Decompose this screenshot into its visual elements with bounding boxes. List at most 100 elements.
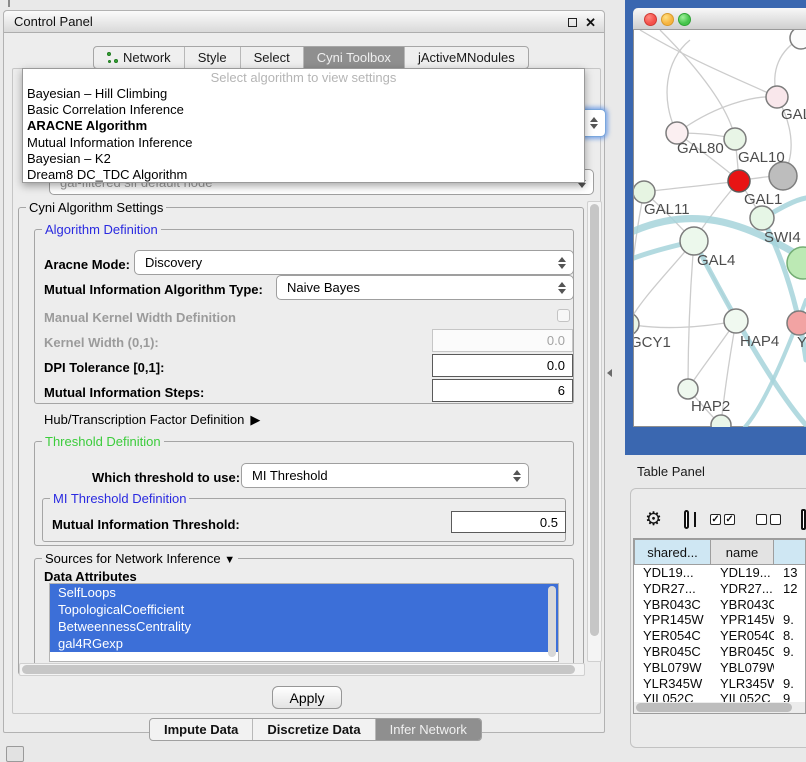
network-canvas[interactable]: GALGAL80GAL10GAL1GAL11SWI4GAL4GCY1HAP4YH… (634, 30, 806, 427)
attribute-item-selfloops[interactable]: SelfLoops (50, 584, 558, 601)
settings-vertical-scrollbar[interactable] (587, 201, 602, 662)
manual-kernel-width-checkbox[interactable] (557, 309, 570, 322)
tab-network[interactable]: Network (94, 47, 185, 68)
node-label-gal: GAL (781, 106, 806, 123)
node-label-gal11: GAL11 (644, 201, 690, 218)
minimize-window-icon[interactable] (661, 13, 674, 26)
show-columns-icon[interactable] (684, 510, 689, 529)
table-cell: YDL19... (711, 565, 774, 581)
attribute-item-topologicalcoefficient[interactable]: TopologicalCoefficient (50, 601, 558, 618)
splitter-collapse-icon[interactable] (607, 369, 612, 377)
settings-horizontal-scrollbar[interactable] (19, 663, 585, 676)
table-row[interactable]: YER054CYER054C8. (634, 628, 806, 644)
column-header-2[interactable] (774, 539, 806, 565)
deselect-all-columns-icon[interactable] (756, 514, 781, 525)
kernel-width-value: 0.0 (547, 333, 565, 348)
tab-jactivemnodules[interactable]: jActiveMNodules (405, 47, 528, 68)
mi-steps-value: 6 (558, 383, 565, 398)
bottom-tab-impute-data[interactable]: Impute Data (150, 719, 253, 740)
attribute-item-betweennesscentrality[interactable]: BetweennessCentrality (50, 618, 558, 635)
network-node[interactable] (711, 415, 731, 427)
table-row[interactable]: YPR145WYPR145W9. (634, 612, 806, 628)
tab-label: jActiveMNodules (418, 50, 515, 65)
algorithm-option-aracne-algorithm[interactable]: ARACNE Algorithm (23, 118, 584, 134)
mi-steps-field[interactable]: 6 (432, 379, 573, 402)
table-cell: YER054C (634, 628, 711, 644)
node-label-gal4: GAL4 (697, 252, 735, 269)
minimized-panel-icon[interactable] (6, 746, 24, 762)
network-node-gal10[interactable] (724, 128, 746, 150)
list-scrollbar[interactable] (548, 586, 556, 657)
select-all-columns-icon[interactable]: ✓✓ (710, 514, 735, 525)
table-row[interactable]: YBR043CYBR043C (634, 597, 806, 613)
gear-icon[interactable]: ⚙ (645, 510, 662, 529)
table-panel-title: Table Panel (637, 464, 705, 479)
bottom-tab-discretize-data[interactable]: Discretize Data (253, 719, 375, 740)
algorithm-option-bayesian-k2[interactable]: Bayesian – K2 (23, 151, 584, 167)
network-node-gcy1[interactable] (634, 313, 639, 335)
mi-algorithm-type-combo[interactable]: Naive Bayes (276, 275, 574, 300)
aracne-mode-combo[interactable]: Discovery (134, 250, 574, 275)
network-node-gal11[interactable] (634, 181, 655, 203)
algorithm-option-mutual-information-inference[interactable]: Mutual Information Inference (23, 135, 584, 151)
network-node[interactable] (769, 162, 797, 190)
table-row[interactable]: YDR27...YDR27...12 (634, 581, 806, 597)
table-row[interactable]: YBR045CYBR045C9. (634, 644, 806, 660)
table-row[interactable]: YDL19...YDL19...13 (634, 565, 806, 581)
algorithm-dropdown-list: Select algorithm to view settings Bayesi… (22, 68, 585, 183)
combo-arrows-icon (513, 470, 521, 482)
table-row[interactable]: YLR345WYLR345W9. (634, 676, 806, 692)
sources-toggle[interactable]: Sources for Network Inference ▼ (42, 551, 238, 566)
network-node[interactable] (790, 30, 806, 49)
tab-select[interactable]: Select (241, 47, 304, 68)
table-cell: 9. (774, 644, 806, 660)
table-cell: YBR043C (711, 597, 774, 613)
column-header-name[interactable]: name (711, 539, 774, 565)
control-panel-titlebar[interactable]: Control Panel ✕ (4, 11, 604, 33)
table-row[interactable]: YBL079WYBL079W (634, 660, 806, 676)
algorithm-option-dream8-dc-tdc-algorithm[interactable]: Dream8 DC_TDC Algorithm (23, 167, 584, 183)
close-panel-icon[interactable]: ✕ (585, 16, 596, 29)
dpi-tolerance-field[interactable]: 0.0 (432, 354, 573, 377)
bottom-tab-infer-network[interactable]: Infer Network (376, 719, 481, 740)
network-node-hap2[interactable] (678, 379, 698, 399)
expand-arrow-icon: ▶ (250, 412, 260, 428)
network-node-gal1[interactable] (728, 170, 750, 192)
network-node-hap4[interactable] (724, 309, 748, 333)
hub-section-toggle[interactable]: Hub/Transcription Factor Definition▶ (44, 412, 260, 428)
network-node[interactable] (766, 86, 788, 108)
tab-label: Network (123, 50, 171, 65)
network-window-titlebar[interactable] (633, 8, 806, 30)
close-window-icon[interactable] (644, 13, 657, 26)
table-cell: 9. (774, 612, 806, 628)
zoom-window-icon[interactable] (678, 13, 691, 26)
node-label-hap2: HAP2 (691, 398, 730, 415)
attribute-item-gal4rgexp[interactable]: gal4RGexp (50, 635, 558, 652)
node-label-gal80: GAL80 (677, 140, 724, 157)
tab-style[interactable]: Style (185, 47, 241, 68)
which-threshold-combo[interactable]: MI Threshold (241, 463, 529, 488)
apply-button[interactable]: Apply (272, 686, 342, 709)
network-icon (107, 52, 118, 63)
float-window-icon[interactable] (568, 18, 577, 27)
table-cell: YER054C (711, 628, 774, 644)
table-cell: YBR045C (634, 644, 711, 660)
mi-threshold-field[interactable]: 0.5 (451, 511, 566, 533)
network-node-swi4[interactable] (750, 206, 774, 230)
table-cell: YLR345W (634, 676, 711, 692)
kernel-width-label: Kernel Width (0,1): (44, 335, 159, 350)
mi-threshold-label: Mutual Information Threshold: (52, 517, 240, 532)
table-horizontal-scrollbar[interactable] (634, 702, 805, 713)
kernel-width-field[interactable]: 0.0 (432, 329, 573, 352)
network-node-gal4[interactable] (680, 227, 708, 255)
node-label-swi4: SWI4 (764, 229, 801, 246)
table-cell (774, 597, 806, 613)
table-cell: YDL19... (634, 565, 711, 581)
network-node-y[interactable] (787, 311, 806, 335)
tab-cyni-toolbox[interactable]: Cyni Toolbox (304, 47, 405, 68)
new-table-icon[interactable] (801, 509, 806, 530)
algorithm-option-bayesian-hill-climbing[interactable]: Bayesian – Hill Climbing (23, 86, 584, 102)
algorithm-option-basic-correlation-inference[interactable]: Basic Correlation Inference (23, 102, 584, 118)
column-header-shared-[interactable]: shared... (634, 539, 711, 565)
dpi-tolerance-label: DPI Tolerance [0,1]: (44, 360, 164, 375)
